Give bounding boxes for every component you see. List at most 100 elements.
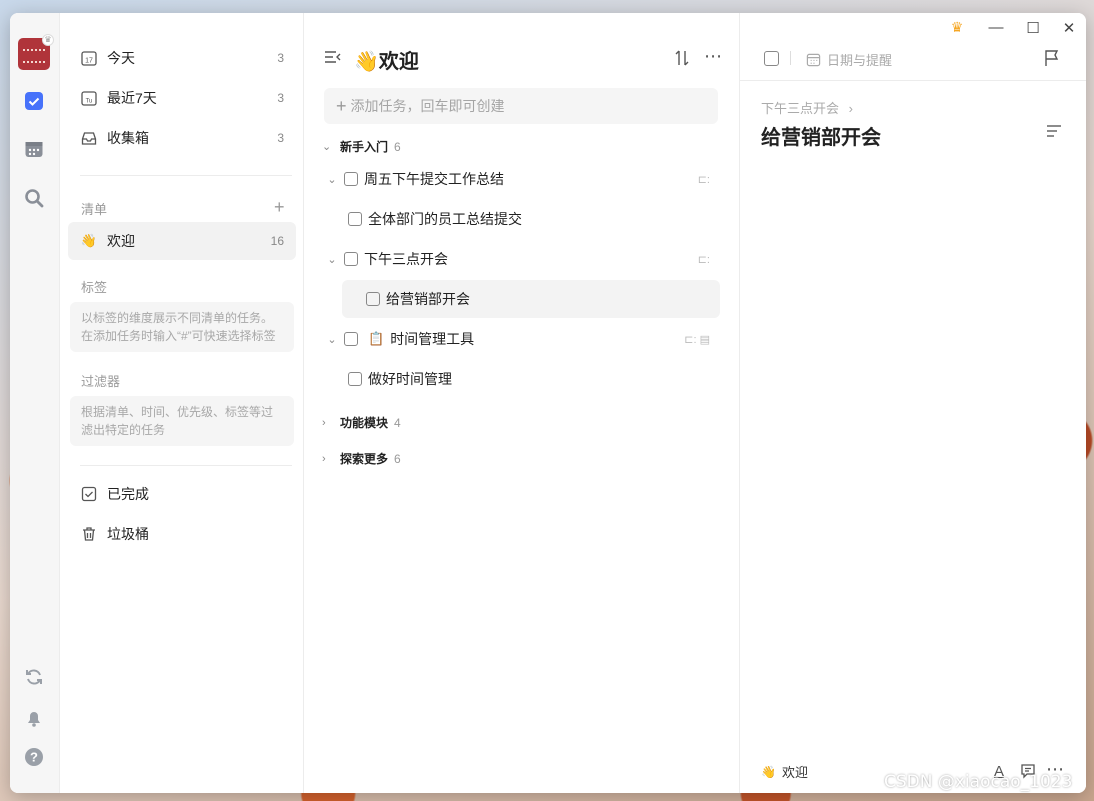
item-count: 3 [277, 51, 284, 65]
sidebar-item-trash[interactable]: 垃圾桶 [68, 515, 296, 553]
detail-checkbox[interactable] [764, 51, 779, 66]
task-row-selected[interactable]: 给营销部开会 [342, 280, 720, 318]
search-icon[interactable] [24, 188, 44, 208]
collapse-sidebar-icon[interactable] [324, 49, 342, 68]
item-count: 3 [277, 131, 284, 145]
chevron-down-icon[interactable]: ⌄ [324, 173, 340, 186]
group-header[interactable]: ⌄ 新手入门 6 [322, 138, 401, 155]
group-count: 6 [394, 451, 401, 466]
minimize-icon[interactable]: — [985, 19, 1007, 36]
chevron-right-icon: › [322, 416, 326, 429]
sync-icon[interactable] [24, 667, 44, 687]
date-reminder-button[interactable]: 日期与提醒 [806, 50, 892, 69]
task-title: 时间管理工具 [390, 331, 475, 347]
task-checkbox-icon[interactable] [24, 91, 44, 111]
task-checkbox[interactable] [348, 372, 362, 386]
plus-icon: + [336, 95, 347, 116]
page-title: 👋欢迎 [354, 45, 419, 74]
add-task-placeholder: 添加任务，回车即可创建 [350, 98, 505, 114]
calendar-17-icon: 17 [80, 49, 98, 67]
svg-text:17: 17 [85, 58, 93, 65]
detail-toolbar [740, 39, 1086, 81]
wave-emoji-icon: 👋 [354, 51, 379, 73]
task-row[interactable]: 全体部门的员工总结提交 [324, 200, 720, 238]
chevron-down-icon[interactable]: ⌄ [324, 253, 340, 266]
calendar-icon[interactable] [24, 139, 44, 159]
task-row[interactable]: ⌄ 下午三点开会 ⊏: [324, 240, 720, 278]
chevron-down-icon[interactable]: ⌄ [324, 333, 340, 346]
group-header[interactable]: › 探索更多 6 [322, 450, 401, 467]
sidebar-item-next7days[interactable]: Tu 最近7天 3 [68, 79, 296, 117]
wave-emoji-icon: 👋 [761, 764, 776, 779]
sidebar-item-label: 垃圾桶 [107, 526, 149, 542]
task-checkbox[interactable] [344, 172, 358, 186]
bell-icon[interactable] [24, 708, 44, 728]
subtask-icon: ⊏: [697, 253, 710, 266]
task-title: 全体部门的员工总结提交 [368, 211, 522, 227]
sidebar-item-completed[interactable]: 已完成 [68, 475, 296, 513]
item-count: 3 [277, 91, 284, 105]
task-checkbox[interactable] [344, 252, 358, 266]
sidebar-item-label: 今天 [107, 50, 135, 66]
group-header[interactable]: › 功能模块 4 [322, 414, 401, 431]
sidebar-item-today[interactable]: 17 今天 3 [68, 39, 296, 77]
calendar-icon [806, 53, 821, 67]
list-name: 欢迎 [781, 765, 808, 780]
crown-icon[interactable]: ♛ [946, 19, 968, 36]
more-icon[interactable]: ⋯ [704, 46, 723, 67]
breadcrumb[interactable]: 下午三点开会 › [761, 98, 853, 117]
task-row[interactable]: 做好时间管理 [324, 360, 720, 398]
sort-icon[interactable] [674, 49, 690, 70]
maximize-icon[interactable]: ☐ [1022, 19, 1044, 37]
group-name: 功能模块 [340, 416, 389, 430]
task-row[interactable]: ⌄ 📋 时间管理工具 ⊏: ▤ [324, 320, 720, 358]
item-count: 16 [270, 234, 284, 248]
add-task-input[interactable]: + 添加任务，回车即可创建 [324, 88, 718, 124]
group-name: 探索更多 [340, 452, 389, 466]
sidebar-item-label: 收集箱 [107, 130, 149, 146]
group-name: 新手入门 [340, 140, 389, 154]
add-list-icon[interactable]: + [274, 198, 285, 216]
lists-section-title: 清单 [81, 202, 108, 217]
task-checkbox[interactable] [366, 292, 380, 306]
date-reminder-label: 日期与提醒 [827, 53, 893, 68]
task-detail-pane: ♛ — ☐ ✕ 日期与提醒 下午三点开会 › 给营销部开会 👋 欢迎 A ⋯ [740, 13, 1086, 793]
task-title: 周五下午提交工作总结 [364, 171, 504, 187]
close-icon[interactable]: ✕ [1058, 19, 1080, 37]
sidebar-item-inbox[interactable]: 收集箱 3 [68, 119, 296, 157]
task-list-pane: 👋欢迎 ⋯ + 添加任务，回车即可创建 ⌄ 新手入门 6 ⌄ 周五下午提交工作总… [304, 13, 740, 793]
page-title-text: 欢迎 [378, 51, 419, 73]
task-title: 下午三点开会 [364, 251, 448, 267]
trash-icon [80, 525, 98, 543]
sidebar-item-welcome[interactable]: 👋 欢迎 16 [68, 222, 296, 260]
calendar-week-icon: Tu [80, 89, 98, 107]
task-title: 做好时间管理 [368, 371, 452, 387]
chevron-down-icon: ⌄ [322, 141, 332, 153]
tags-hint: 以标签的维度展示不同清单的任务。在添加任务时输入“#”可快速选择标签 [70, 302, 294, 352]
icon-rail: ♛ ? [10, 13, 60, 793]
detail-title[interactable]: 给营销部开会 [761, 121, 881, 150]
filters-section-title: 过滤器 [81, 374, 121, 389]
sidebar: 17 今天 3 Tu 最近7天 3 收集箱 3 清单 + 👋 欢迎 16 标签 … [60, 13, 304, 793]
help-icon[interactable]: ? [24, 747, 44, 767]
sidebar-item-label: 欢迎 [107, 233, 135, 249]
inbox-icon [80, 129, 98, 147]
chevron-right-icon: › [848, 101, 853, 116]
description-icon[interactable] [1046, 124, 1062, 141]
group-count: 4 [394, 415, 401, 430]
completed-check-icon [80, 485, 98, 503]
breadcrumb-parent[interactable]: 下午三点开会 [761, 101, 839, 116]
subtask-icon: ⊏: [697, 173, 710, 186]
watermark: CSDN @xiaocao_1023 [884, 772, 1073, 792]
filters-hint: 根据清单、时间、优先级、标签等过滤出特定的任务 [70, 396, 294, 446]
divider [80, 465, 292, 466]
detail-list-selector[interactable]: 👋 欢迎 [761, 762, 808, 781]
svg-text:Tu: Tu [86, 99, 93, 105]
flag-icon[interactable] [1044, 49, 1060, 70]
task-checkbox[interactable] [344, 332, 358, 346]
task-row[interactable]: ⌄ 周五下午提交工作总结 ⊏: [324, 160, 720, 198]
task-checkbox[interactable] [348, 212, 362, 226]
divider [790, 51, 791, 65]
group-count: 6 [394, 139, 401, 154]
wave-emoji-icon: 👋 [80, 233, 98, 248]
